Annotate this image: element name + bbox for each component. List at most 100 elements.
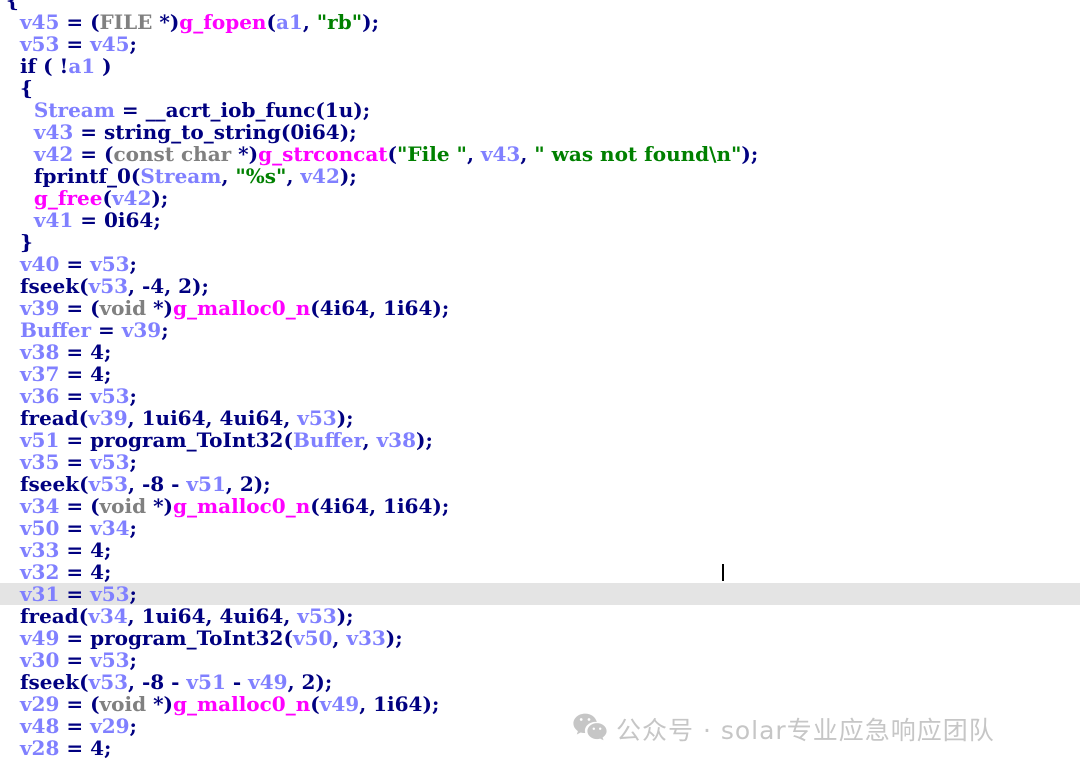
code-line[interactable]: fread(v39, 1ui64, 4ui64, v53);: [0, 407, 1080, 429]
token-punct: );: [353, 98, 371, 122]
code-line[interactable]: fread(v34, 1ui64, 4ui64, v53);: [0, 605, 1080, 627]
code-line[interactable]: v36 = v53;: [0, 385, 1080, 407]
token-punct: );: [315, 670, 333, 694]
code-line[interactable]: v32 = 4;: [0, 561, 1080, 583]
token-func: fread: [19, 604, 79, 628]
token-keyword: if: [19, 54, 37, 78]
token-punct: (: [78, 604, 89, 628]
code-line[interactable]: v30 = v53;: [0, 649, 1080, 671]
token-var: v50: [292, 626, 333, 650]
token-punct: ;: [129, 582, 137, 606]
code-line[interactable]: fseek(v53, -4, 2);: [0, 275, 1080, 297]
code-line[interactable]: v34 = (void *)g_malloc0_n(4i64, 1i64);: [0, 495, 1080, 517]
code-line[interactable]: fseek(v53, -8 - v51 - v49, 2);: [0, 671, 1080, 693]
code-line[interactable]: Stream = __acrt_iob_func(1u);: [0, 99, 1080, 121]
token-var: v29: [90, 714, 130, 738]
token-punct: =: [59, 626, 91, 650]
token-func: fseek: [19, 670, 80, 694]
token-punct: ,: [225, 472, 240, 496]
watermark: 公众号 · solar专业应急响应团队: [573, 713, 995, 748]
code-line[interactable]: fseek(v53, -8 - v51, 2);: [0, 473, 1080, 495]
token-var: v49: [319, 692, 360, 716]
token-var: v53: [297, 604, 337, 628]
code-line[interactable]: Buffer = v39;: [0, 319, 1080, 341]
code-line[interactable]: v51 = program_ToInt32(Buffer, v38);: [0, 429, 1080, 451]
code-line[interactable]: v43 = string_to_string(0i64);: [0, 121, 1080, 143]
token-var: v49: [248, 670, 288, 694]
token-punct: ;: [129, 384, 137, 408]
token-func: fprintf_0: [33, 164, 131, 188]
token-punct: ,: [520, 142, 535, 166]
token-punct: );: [432, 494, 450, 518]
code-line[interactable]: v29 = (void *)g_malloc0_n(v49, 1i64);: [0, 693, 1080, 715]
token-str: "File ": [397, 142, 467, 166]
token-punct: ;: [129, 450, 137, 474]
code-line[interactable]: v40 = v53;: [0, 253, 1080, 275]
token-arg: a1: [275, 10, 303, 34]
code-line[interactable]: fprintf_0(Stream, "%s", v42);: [0, 165, 1080, 187]
token-punct: ,: [205, 604, 220, 628]
token-punct: (: [102, 186, 112, 210]
code-line[interactable]: if ( !a1 ): [0, 55, 1080, 77]
token-punct: ,: [332, 626, 347, 650]
code-line-list[interactable]: { v45 = (FILE *)g_fopen(a1, "rb"); v53 =…: [0, 0, 1080, 759]
code-line[interactable]: v35 = v53;: [0, 451, 1080, 473]
token-punct: =: [59, 384, 91, 408]
token-var: v42: [111, 186, 152, 210]
token-punct: );: [422, 692, 440, 716]
token-num: 4ui64: [219, 406, 284, 430]
token-var: v34: [88, 604, 128, 628]
token-func: string_to_string: [104, 120, 281, 144]
code-line[interactable]: }: [0, 231, 1080, 253]
token-var: v53: [90, 450, 130, 474]
token-punct: =: [59, 450, 91, 474]
token-punct: ,: [128, 472, 142, 496]
token-var: v45: [19, 10, 60, 34]
token-var: v38: [376, 428, 417, 452]
token-punct: (: [310, 296, 320, 320]
token-punct: -: [225, 670, 249, 694]
code-line[interactable]: v39 = (void *)g_malloc0_n(4i64, 1i64);: [0, 297, 1080, 319]
code-line[interactable]: v53 = v45;: [0, 33, 1080, 55]
pseudocode-view[interactable]: { v45 = (FILE *)g_fopen(a1, "rb"); v53 =…: [0, 0, 1080, 773]
code-line[interactable]: {: [0, 77, 1080, 99]
code-line[interactable]: v50 = v34;: [0, 517, 1080, 539]
token-var: v31: [19, 582, 60, 606]
code-line[interactable]: v45 = (FILE *)g_fopen(a1, "rb");: [0, 11, 1080, 33]
token-var: v53: [90, 384, 130, 408]
code-line[interactable]: g_free(v42);: [0, 187, 1080, 209]
token-var: v53: [90, 648, 130, 672]
code-line[interactable]: v33 = 4;: [0, 539, 1080, 561]
code-line[interactable]: v37 = 4;: [0, 363, 1080, 385]
token-punct: ,: [164, 274, 179, 298]
code-line-current[interactable]: v31 = v53;: [0, 583, 1080, 605]
token-punct: ,: [127, 406, 142, 430]
code-line[interactable]: v42 = (const char *)g_strconcat("File ",…: [0, 143, 1080, 165]
token-var: v50: [19, 516, 60, 540]
token-punct: = (: [73, 142, 114, 166]
token-punct: =: [59, 340, 91, 364]
token-num: 4: [90, 340, 104, 364]
token-punct: ( !: [36, 54, 69, 78]
token-var: v53: [88, 472, 129, 496]
token-var: v33: [346, 626, 386, 650]
code-line[interactable]: v38 = 4;: [0, 341, 1080, 363]
token-var: v39: [121, 318, 162, 342]
token-var: v48: [19, 714, 60, 738]
code-line[interactable]: v49 = program_ToInt32(v50, v33);: [0, 627, 1080, 649]
token-var: Stream: [140, 164, 222, 188]
code-line[interactable]: v41 = 0i64;: [0, 209, 1080, 231]
token-str: "%s": [235, 164, 287, 188]
token-libfunc: g_strconcat: [258, 142, 388, 166]
token-punct: = (: [59, 296, 100, 320]
